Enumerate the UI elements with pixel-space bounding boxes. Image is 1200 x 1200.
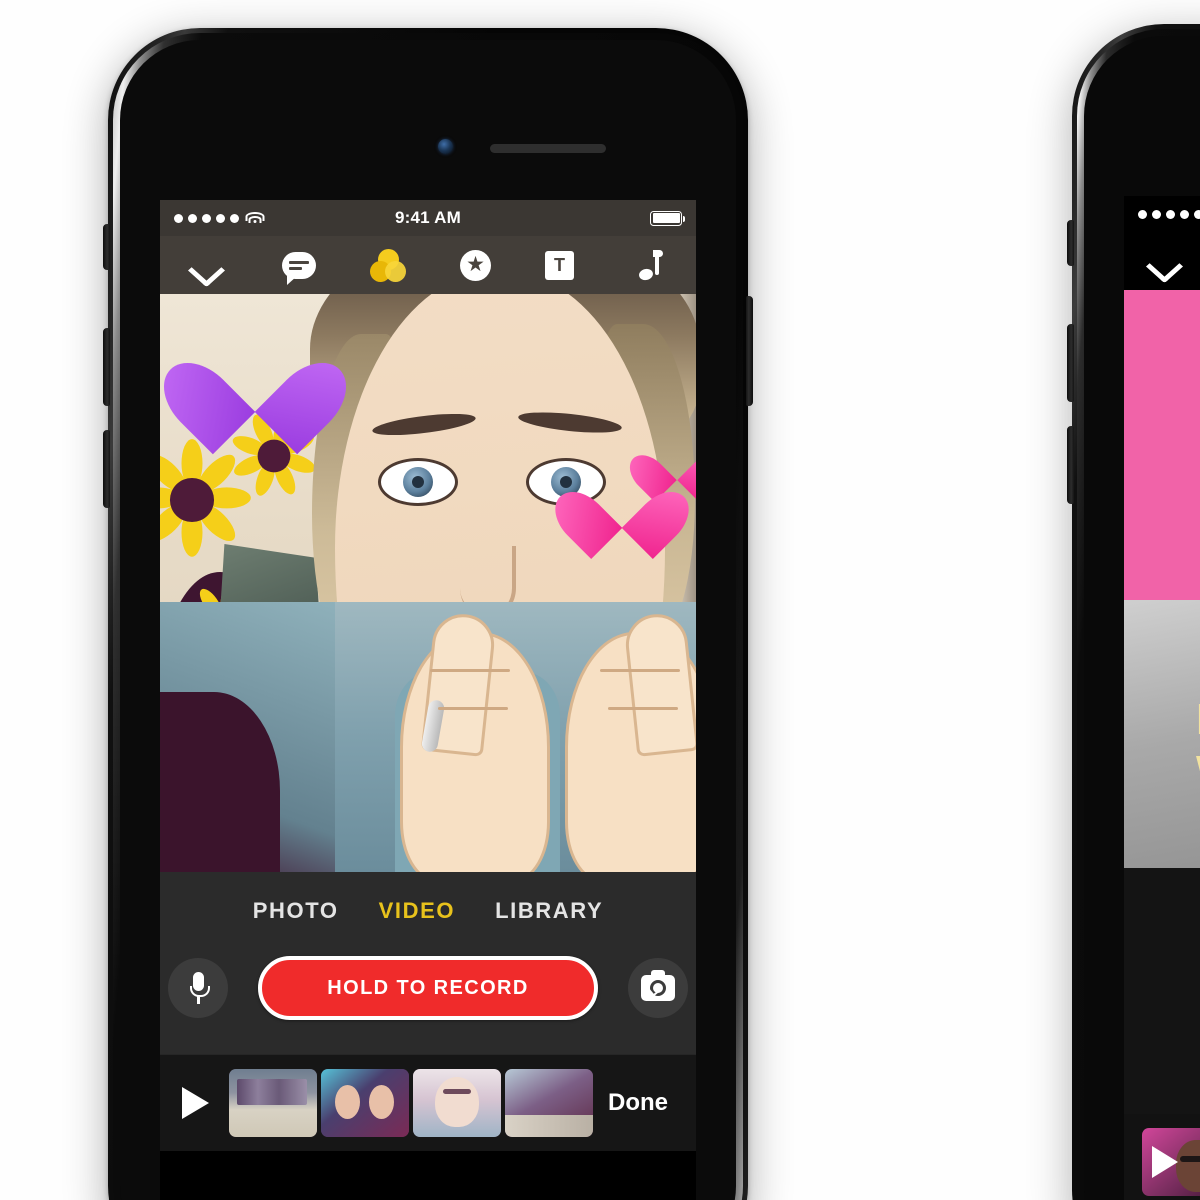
status-bar-time: 9:41 AM bbox=[395, 208, 461, 227]
iphone-device-primary: 9:41 AM ★ T PHOTO VIDEO LIBRARY HOLD TO … bbox=[103, 28, 753, 1200]
stickers-button[interactable]: ★ bbox=[460, 249, 491, 281]
text-box-letter: T bbox=[554, 255, 565, 275]
editor-toolbar: ★ T bbox=[160, 236, 696, 294]
text-box-icon: T bbox=[545, 250, 574, 280]
speech-bubble-icon bbox=[282, 251, 316, 285]
device-screen: 9:41 AM ★ T PHOTO VIDEO LIBRARY HOLD TO … bbox=[160, 200, 696, 1200]
camera-flip-button[interactable] bbox=[628, 958, 688, 1018]
device-screen-secondary: D W bbox=[1124, 196, 1200, 1200]
status-bar: 9:41 AM bbox=[160, 200, 696, 236]
play-icon[interactable] bbox=[1152, 1146, 1178, 1178]
editor-toolbar-secondary bbox=[1124, 232, 1200, 290]
done-button[interactable]: Done bbox=[608, 1089, 674, 1117]
tab-library[interactable]: LIBRARY bbox=[495, 898, 603, 924]
clip-thumbnail-1[interactable] bbox=[1142, 1128, 1200, 1196]
play-icon[interactable] bbox=[182, 1087, 209, 1119]
chevron-down-icon[interactable] bbox=[1148, 246, 1178, 276]
volume-up-button-secondary[interactable] bbox=[1067, 324, 1074, 402]
posters-button[interactable]: T bbox=[545, 250, 574, 280]
poster-text-line1: D bbox=[1196, 694, 1200, 746]
capture-mode-tabs: PHOTO VIDEO LIBRARY bbox=[160, 872, 696, 930]
volume-up-button[interactable] bbox=[103, 328, 110, 406]
iphone-device-secondary: D W bbox=[1067, 24, 1200, 1200]
poster-preview[interactable]: D W bbox=[1124, 290, 1200, 868]
music-note-icon bbox=[638, 250, 663, 282]
microphone-button[interactable] bbox=[168, 958, 228, 1018]
clip-filmstrip-secondary bbox=[1124, 1114, 1200, 1200]
front-camera-icon bbox=[438, 139, 453, 154]
status-bar-right bbox=[650, 210, 685, 226]
device-body-secondary: D W bbox=[1084, 36, 1200, 1200]
device-body: 9:41 AM ★ T PHOTO VIDEO LIBRARY HOLD TO … bbox=[120, 40, 736, 1200]
ring-silent-switch-secondary[interactable] bbox=[1067, 220, 1074, 266]
volume-down-button-secondary[interactable] bbox=[1067, 426, 1074, 504]
clip-thumbnail-2[interactable] bbox=[321, 1069, 409, 1137]
clip-thumbnail-4[interactable] bbox=[505, 1069, 593, 1137]
close-button[interactable] bbox=[160, 236, 250, 294]
purple-heart-sticker[interactable] bbox=[195, 322, 315, 434]
power-button[interactable] bbox=[746, 296, 753, 406]
camera-viewfinder[interactable] bbox=[160, 294, 696, 872]
capture-controls: PHOTO VIDEO LIBRARY HOLD TO RECORD bbox=[160, 872, 696, 1054]
capture-controls-secondary bbox=[1124, 868, 1200, 1114]
music-button[interactable] bbox=[606, 236, 696, 294]
three-circles-filter-icon bbox=[370, 248, 406, 282]
poster-text: D W bbox=[1196, 694, 1200, 798]
volume-down-button[interactable] bbox=[103, 430, 110, 508]
filters-button[interactable] bbox=[370, 248, 406, 282]
signal-strength-icon bbox=[1138, 209, 1200, 219]
ring-silent-switch[interactable] bbox=[103, 224, 110, 270]
earpiece-speaker bbox=[490, 144, 606, 153]
viewfinder-photo bbox=[160, 294, 696, 872]
clip-thumbnail-3[interactable] bbox=[413, 1069, 501, 1137]
tab-photo[interactable]: PHOTO bbox=[253, 898, 339, 924]
hold-to-record-button[interactable]: HOLD TO RECORD bbox=[258, 956, 598, 1020]
battery-icon bbox=[650, 210, 685, 226]
clip-thumbnail-1[interactable] bbox=[229, 1069, 317, 1137]
tab-video[interactable]: VIDEO bbox=[379, 898, 455, 924]
poster-text-line2: W bbox=[1196, 746, 1200, 798]
clip-filmstrip: Done bbox=[160, 1054, 696, 1151]
record-button-label: HOLD TO RECORD bbox=[327, 976, 529, 999]
pink-heart-sticker-large[interactable] bbox=[578, 462, 666, 544]
camera-flip-icon bbox=[641, 970, 675, 1001]
microphone-icon bbox=[190, 972, 210, 1004]
chevron-down-icon bbox=[190, 250, 220, 280]
star-circle-icon: ★ bbox=[460, 249, 491, 281]
toolbar-tools: ★ T bbox=[282, 248, 574, 285]
record-row: HOLD TO RECORD bbox=[160, 930, 696, 1054]
screenshot-stage: 9:41 AM ★ T PHOTO VIDEO LIBRARY HOLD TO … bbox=[0, 0, 1200, 1200]
status-bar-secondary bbox=[1124, 196, 1200, 232]
clip-list bbox=[229, 1069, 593, 1137]
live-titles-button[interactable] bbox=[282, 251, 316, 285]
